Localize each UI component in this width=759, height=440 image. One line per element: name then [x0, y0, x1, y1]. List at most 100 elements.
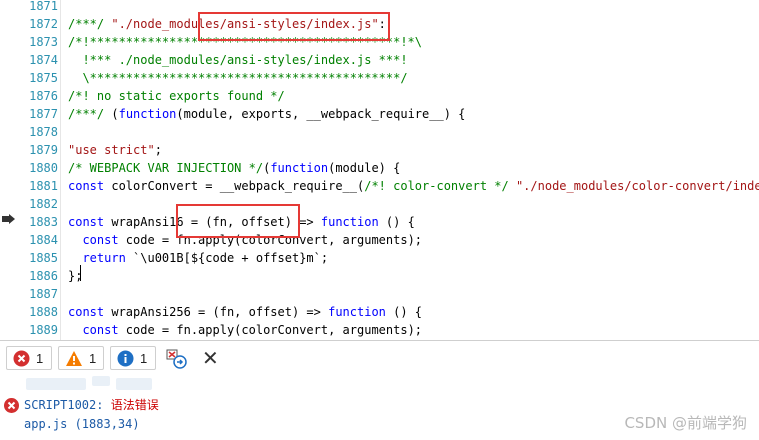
code-editor[interactable]: 1871 1872/***/ "./node_modules/ansi-style… [0, 0, 759, 340]
code-token: /***/ [68, 107, 112, 121]
blurred-text [26, 378, 86, 390]
code-token: (module) { [328, 161, 401, 175]
current-line-arrow-icon [2, 214, 15, 224]
code-token: function [118, 107, 177, 121]
line-number: 1886 [29, 269, 58, 283]
clear-console-icon[interactable]: ✕ [202, 348, 222, 368]
line-number: 1880 [29, 161, 58, 175]
line-number: 1881 [29, 179, 58, 193]
code-token: colorConvert = __webpack_require__( [104, 179, 365, 193]
code-line[interactable]: 1883 const wrapAnsi16 = (fn, offset) => f… [0, 213, 759, 231]
code-token: /***/ [68, 17, 112, 31]
line-number: 1888 [29, 305, 58, 319]
text-cursor [80, 265, 81, 281]
code-token: function [328, 305, 386, 319]
code-text: const colorConvert = __webpack_require__… [68, 177, 759, 195]
code-line[interactable]: 1887 [0, 285, 759, 303]
code-line[interactable]: 1882 [0, 195, 759, 213]
error-icon [13, 350, 30, 366]
code-token: const [82, 323, 119, 337]
code-text: "use strict"; [68, 141, 162, 159]
code-text: return `\u001B[${code + offset}m`; [68, 249, 328, 267]
code-line[interactable]: 1880 /* WEBPACK VAR INJECTION */(function… [0, 159, 759, 177]
line-number: 1872 [29, 17, 58, 31]
line-number: 1877 [29, 107, 58, 121]
code-token: "use strict" [68, 143, 155, 157]
info-filter-button[interactable]: 1 [110, 346, 156, 370]
code-token: return [82, 251, 126, 265]
line-number: 1879 [29, 143, 58, 157]
code-token: () { [378, 215, 415, 229]
code-text: /***/ (function(module, exports, __webpa… [68, 105, 465, 123]
code-token: /* WEBPACK VAR INJECTION */ [68, 161, 264, 175]
console-toolbar: 1 1 1 [0, 341, 759, 375]
code-line[interactable]: 1884 const code = fn.apply(colorConvert,… [0, 231, 759, 249]
line-number: 1874 [29, 53, 58, 67]
clear-on-navigate-icon [166, 349, 187, 369]
code-token: /*! no static exports found */ [68, 89, 285, 103]
code-text: const code = fn.apply(colorConvert, argu… [68, 321, 422, 339]
info-icon [117, 350, 134, 366]
code-line[interactable]: 1875 \**********************************… [0, 69, 759, 87]
code-line[interactable]: 1881 const colorConvert = __webpack_requi… [0, 177, 759, 195]
line-number: 1873 [29, 35, 58, 49]
code-line[interactable]: 1879 "use strict"; [0, 141, 759, 159]
highlight-box-arrow-function [176, 204, 300, 238]
code-token: () { [385, 305, 423, 319]
code-token: !*** ./node_modules/ansi-styles/index.js… [68, 53, 408, 67]
code-line[interactable]: 1874 !*** ./node_modules/ansi-styles/ind… [0, 51, 759, 69]
line-number: 1887 [29, 287, 58, 301]
blurred-text [92, 376, 110, 386]
line-number: 1875 [29, 71, 58, 85]
code-text: !*** ./node_modules/ansi-styles/index.js… [68, 51, 408, 69]
warnings-filter-button[interactable]: 1 [58, 346, 104, 370]
watermark: CSDN @前端学狗 [624, 414, 747, 432]
code-token: const [82, 233, 119, 247]
highlight-box-module-path [198, 12, 390, 41]
warning-icon [66, 350, 82, 366]
line-number: 1876 [29, 89, 58, 103]
code-token: /*! color-convert */ [364, 179, 509, 193]
code-token: function [320, 215, 379, 229]
error-location-link[interactable]: app.js (1883,34) [24, 416, 140, 432]
code-token: function [270, 161, 329, 175]
code-text: \***************************************… [68, 69, 408, 87]
errors-count: 1 [36, 350, 44, 366]
code-line[interactable]: 1878 [0, 123, 759, 141]
code-token: const [68, 179, 105, 193]
clear-on-navigate-button[interactable] [166, 348, 188, 370]
line-number: 1889 [29, 323, 58, 337]
code-line[interactable]: 1886}; [0, 267, 759, 285]
code-token: code = fn.apply(colorConvert, arguments)… [118, 323, 423, 337]
line-number: 1871 [29, 0, 58, 13]
code-token: `\u001B[${code + offset}m`; [125, 251, 329, 265]
code-text: const wrapAnsi256 = (fn, offset) => func… [68, 303, 422, 321]
errors-filter-button[interactable]: 1 [6, 346, 52, 370]
code-token: ( [111, 107, 119, 121]
code-token: const [68, 215, 105, 229]
line-number: 1884 [29, 233, 58, 247]
code-token: const [68, 305, 105, 319]
code-line[interactable]: 1889 const code = fn.apply(colorConvert,… [0, 321, 759, 339]
error-message: SCRIPT1002: 语法错误 [24, 397, 159, 413]
line-number: 1878 [29, 125, 58, 139]
code-line[interactable]: 1876 /*! no static exports found */ [0, 87, 759, 105]
code-token: wrapAnsi256 = (fn, offset) => [104, 305, 329, 319]
error-description: 语法错误 [110, 398, 159, 412]
code-line[interactable]: 1885 return `\u001B[${code + offset}m`; [0, 249, 759, 267]
code-text: /*! no static exports found */ [68, 87, 285, 105]
info-count: 1 [140, 350, 148, 366]
error-code: SCRIPT1002: [24, 398, 104, 412]
line-number: 1882 [29, 197, 58, 211]
code-line[interactable]: 1888 const wrapAnsi256 = (fn, offset) => … [0, 303, 759, 321]
blurred-text [116, 378, 152, 390]
line-number: 1885 [29, 251, 58, 265]
warnings-count: 1 [89, 350, 97, 366]
code-token: \***************************************… [68, 71, 408, 85]
code-line[interactable]: 1877 /***/ (function(module, exports, __w… [0, 105, 759, 123]
code-token: (module, exports, __webpack_require__) { [176, 107, 466, 121]
